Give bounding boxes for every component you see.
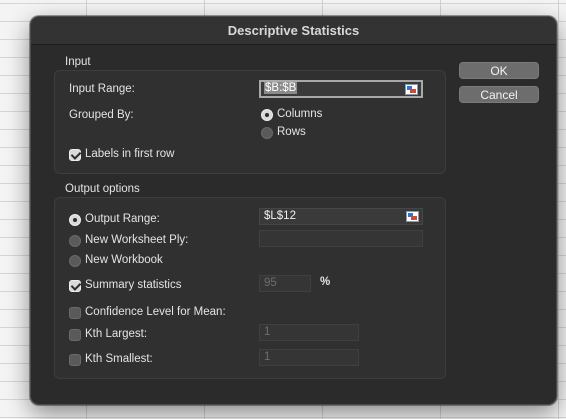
input-range-label: Input Range: bbox=[69, 83, 135, 95]
group-rows-radio[interactable] bbox=[261, 127, 273, 139]
kth-largest-checkbox[interactable] bbox=[69, 329, 81, 341]
summary-statistics-label: Summary statistics bbox=[85, 279, 182, 291]
cancel-button[interactable]: Cancel bbox=[459, 86, 539, 103]
confidence-level-field[interactable]: 95 bbox=[259, 275, 311, 292]
labels-first-row-checkbox[interactable] bbox=[69, 149, 81, 161]
new-worksheet-ply-field[interactable] bbox=[259, 230, 423, 247]
labels-first-row-label: Labels in first row bbox=[85, 148, 175, 160]
output-range-field[interactable]: $L$12 bbox=[259, 208, 423, 225]
kth-smallest-checkbox[interactable] bbox=[69, 354, 81, 366]
kth-smallest-label: Kth Smallest: bbox=[85, 353, 153, 365]
summary-statistics-checkbox[interactable] bbox=[69, 280, 81, 292]
input-range-value: $B:$B bbox=[264, 82, 298, 94]
kth-largest-field[interactable]: 1 bbox=[259, 324, 359, 341]
output-range-value: $L$12 bbox=[264, 210, 296, 222]
group-rows-label: Rows bbox=[277, 126, 306, 138]
input-section-label: Input bbox=[65, 56, 91, 68]
range-picker-icon[interactable] bbox=[406, 211, 419, 222]
kth-largest-label: Kth Largest: bbox=[85, 328, 148, 340]
new-worksheet-ply-label: New Worksheet Ply: bbox=[85, 234, 189, 246]
input-range-field[interactable]: $B:$B bbox=[259, 80, 423, 98]
range-picker-icon[interactable] bbox=[405, 84, 418, 95]
output-range-radio[interactable] bbox=[69, 214, 81, 226]
output-range-label: Output Range: bbox=[85, 213, 160, 225]
new-worksheet-ply-radio[interactable] bbox=[69, 235, 81, 247]
kth-smallest-field[interactable]: 1 bbox=[259, 349, 359, 366]
output-section-label: Output options bbox=[65, 183, 140, 195]
descriptive-statistics-dialog: Descriptive Statistics Input Input Range… bbox=[30, 16, 557, 405]
percent-sign: % bbox=[320, 276, 331, 288]
grouped-by-label: Grouped By: bbox=[69, 109, 134, 121]
dialog-title: Descriptive Statistics bbox=[31, 17, 556, 45]
ok-button[interactable]: OK bbox=[459, 62, 539, 79]
new-workbook-label: New Workbook bbox=[85, 254, 163, 266]
confidence-level-checkbox[interactable] bbox=[69, 307, 81, 319]
group-columns-label: Columns bbox=[277, 108, 323, 120]
confidence-level-label: Confidence Level for Mean: bbox=[85, 306, 226, 318]
group-columns-radio[interactable] bbox=[261, 109, 273, 121]
new-workbook-radio[interactable] bbox=[69, 255, 81, 267]
